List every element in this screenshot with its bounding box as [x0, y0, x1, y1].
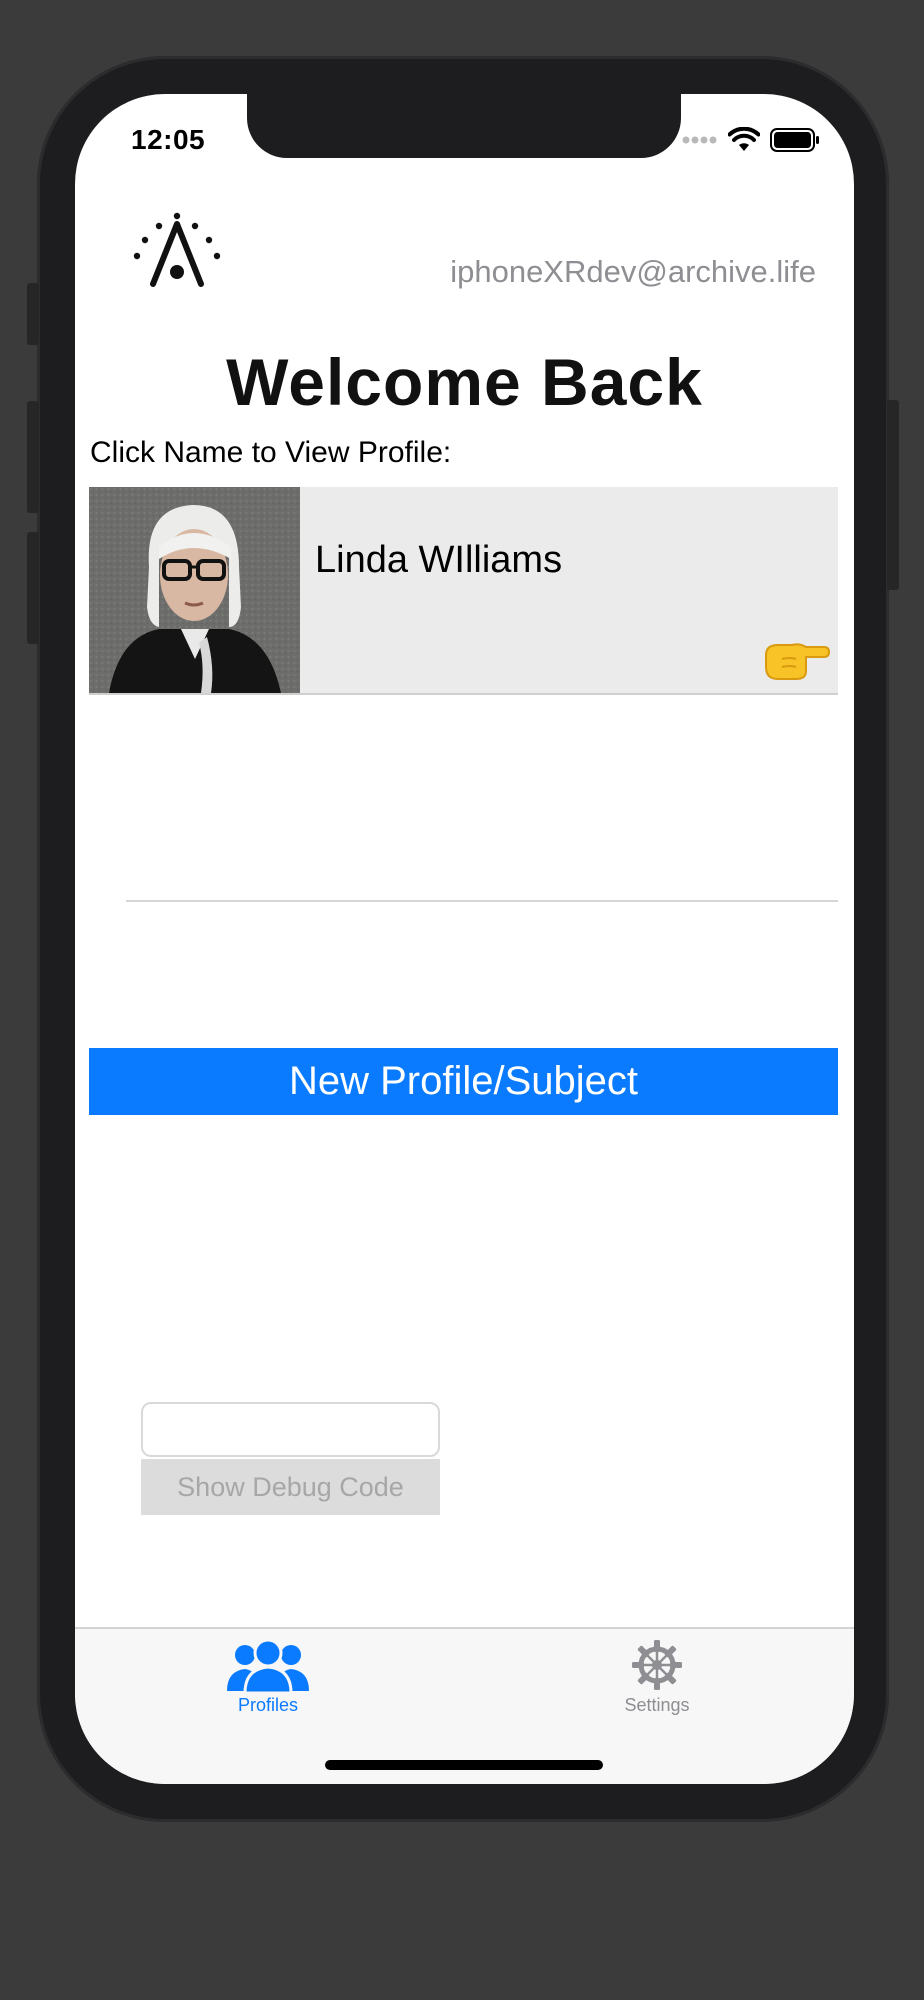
- signal-icon: [682, 136, 717, 144]
- home-indicator: [325, 1760, 603, 1770]
- tab-settings-label: Settings: [624, 1695, 690, 1715]
- wifi-icon: [728, 127, 760, 151]
- archive-life-logo: [133, 212, 221, 287]
- mute-switch: [27, 283, 39, 345]
- gear-icon: [632, 1640, 682, 1690]
- pointing-right-hand-icon: [765, 643, 830, 680]
- new-profile-button[interactable]: New Profile/Subject: [89, 1048, 838, 1115]
- tab-profiles[interactable]: Profiles: [168, 1637, 368, 1737]
- tab-settings[interactable]: Settings: [557, 1637, 757, 1737]
- account-email: iphoneXRdev@archive.life: [450, 254, 816, 289]
- people-icon: [227, 1638, 309, 1693]
- page-title: Welcome Back: [226, 345, 703, 419]
- tab-profiles-label: Profiles: [237, 1695, 299, 1715]
- volume-up-button: [27, 401, 39, 513]
- profile-list-prompt: Click Name to View Profile:: [90, 436, 452, 469]
- status-icons: [682, 126, 820, 154]
- power-button: [887, 400, 899, 590]
- volume-down-button: [27, 532, 39, 644]
- show-debug-code-button[interactable]: Show Debug Code: [141, 1459, 440, 1515]
- debug-code-input[interactable]: [141, 1402, 440, 1457]
- app-screen: 12:05 iphoneXRdev@archive.life Welcome B…: [75, 94, 854, 1784]
- profile-photo: [89, 487, 300, 693]
- battery-icon: [770, 128, 819, 152]
- profile-name: Linda WIlliams: [315, 539, 563, 581]
- status-time: 12:05: [131, 124, 206, 155]
- profile-card[interactable]: Linda WIlliams: [89, 487, 838, 695]
- notch: [247, 94, 681, 158]
- divider: [126, 900, 838, 902]
